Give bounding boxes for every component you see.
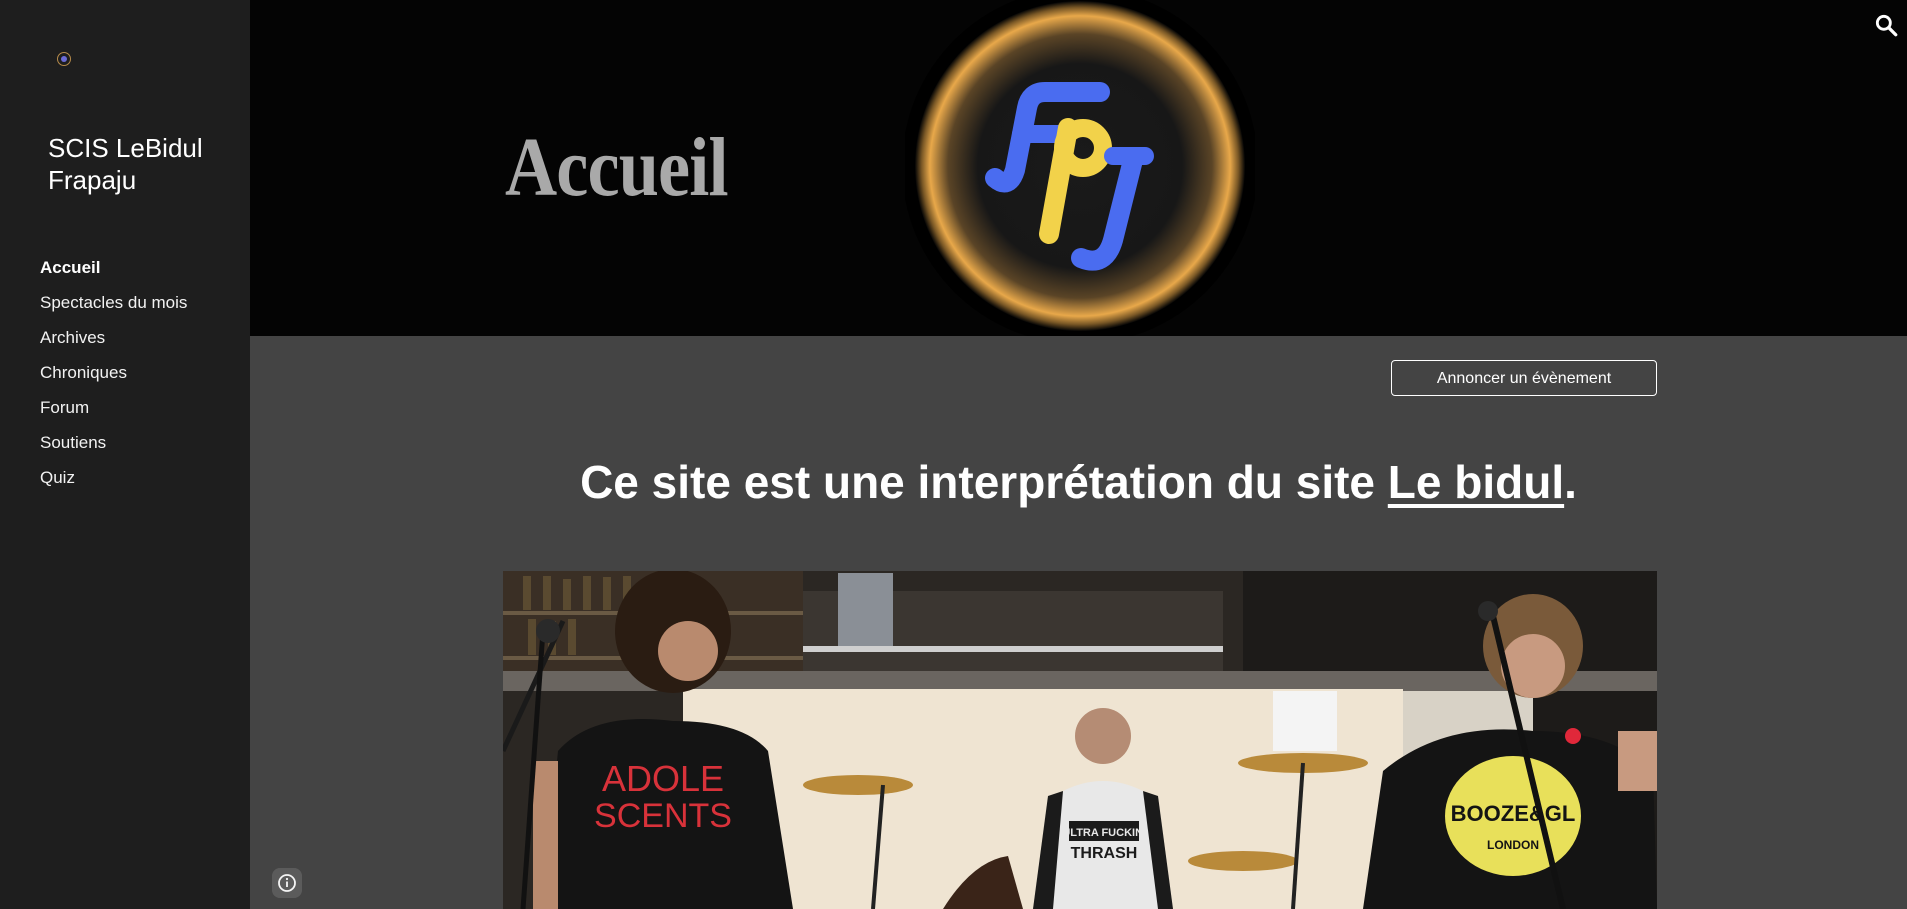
nav-item-spectacles-du-mois[interactable]: Spectacles du mois xyxy=(40,290,187,325)
info-icon[interactable] xyxy=(272,868,302,898)
drummer-shirt-line-1: ULTRA FUCKIN' xyxy=(1062,827,1146,839)
guitarist-shirt-line-2: SCENTS xyxy=(594,797,732,835)
nav-item-archives[interactable]: Archives xyxy=(40,325,187,360)
sidebar: SCIS LeBidul Frapaju Accueil Spectacles … xyxy=(0,0,250,909)
nav-item-quiz[interactable]: Quiz xyxy=(40,465,187,500)
page-title: Accueil xyxy=(505,121,729,214)
singer-shirt-line-2: LONDON xyxy=(1487,838,1539,852)
page-header-banner: Accueil xyxy=(250,0,1907,336)
nav-item-soutiens[interactable]: Soutiens xyxy=(40,430,187,465)
le-bidul-link[interactable]: Le bidul xyxy=(1388,456,1564,508)
nav-item-chroniques[interactable]: Chroniques xyxy=(40,360,187,395)
announce-event-button[interactable]: Annoncer un évènement xyxy=(1391,360,1657,396)
nav-item-forum[interactable]: Forum xyxy=(40,395,187,430)
site-navigation: Accueil Spectacles du mois Archives Chro… xyxy=(40,255,187,500)
headline-text: Ce site est une interprétation du site xyxy=(580,456,1388,508)
search-icon[interactable] xyxy=(1873,12,1899,38)
singer-shirt-line-1: BOOZE&GL xyxy=(1451,801,1576,826)
fpj-logo xyxy=(905,0,1255,336)
site-logo-icon[interactable] xyxy=(57,52,71,66)
nav-item-accueil[interactable]: Accueil xyxy=(40,255,187,290)
guitarist-shirt-line-1: ADOLE xyxy=(602,758,724,799)
drummer-shirt-line-2: THRASH xyxy=(1071,845,1138,862)
site-title[interactable]: SCIS LeBidul Frapaju xyxy=(48,132,238,196)
intro-headline: Ce site est une interprétation du site L… xyxy=(250,452,1907,512)
band-concert-photo: ULTRA FUCKIN' THRASH ADOLE SCENTS BOOZE&… xyxy=(503,571,1657,909)
band-photo-illustration: ULTRA FUCKIN' THRASH ADOLE SCENTS BOOZE&… xyxy=(503,571,1657,909)
headline-period: . xyxy=(1564,456,1577,508)
